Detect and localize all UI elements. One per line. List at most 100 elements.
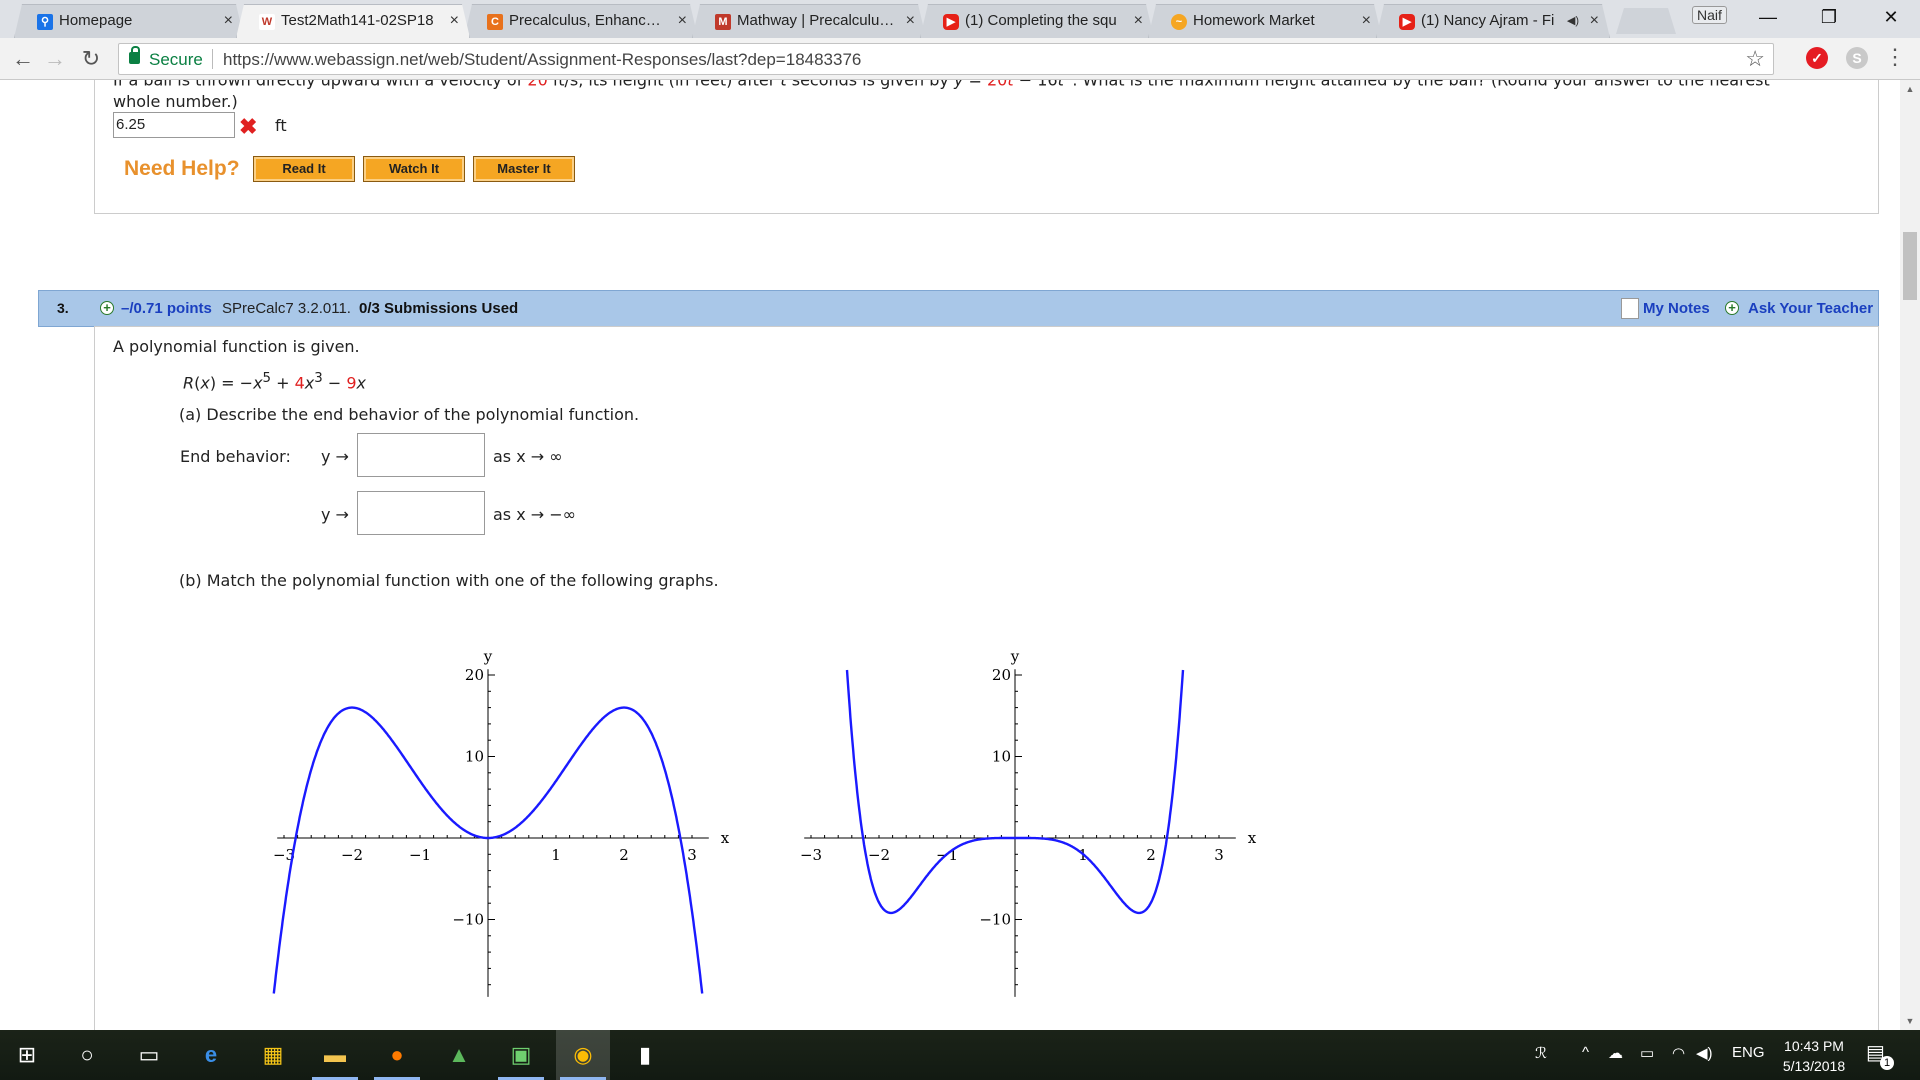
people-icon[interactable]: ℛ <box>1535 1044 1547 1062</box>
close-icon[interactable]: × <box>1134 5 1143 37</box>
submissions-used: 0/3 Submissions Used <box>359 300 519 317</box>
clock-time: 10:43 PM <box>1784 1038 1844 1054</box>
file-explorer-icon[interactable]: ▬ <box>308 1030 362 1080</box>
tab-label: Mathway | Precalculus P <box>737 12 895 29</box>
q2-prompt: If a ball is thrown directly upward with… <box>113 80 1770 89</box>
close-icon[interactable]: × <box>450 5 459 37</box>
youtube-icon: ▶ <box>943 14 959 30</box>
audio-playing-icon[interactable]: ◀) <box>1567 5 1579 37</box>
page-scrollbar[interactable]: ▲ ▼ <box>1900 80 1920 1030</box>
tab-strip: ⚲ Homepage × W Test2Math141-02SP18 × C P… <box>0 0 1920 38</box>
scroll-down-icon[interactable]: ▼ <box>1900 1016 1920 1026</box>
incorrect-icon: ✖ <box>239 114 258 139</box>
divider <box>212 49 213 69</box>
q2-unit: ft <box>275 116 287 135</box>
tab-webassign[interactable]: W Test2Math141-02SP18 × <box>236 4 470 38</box>
close-icon[interactable]: × <box>224 5 233 37</box>
tab-homework-market[interactable]: ~ Homework Market × <box>1148 4 1382 38</box>
search-icon: ⚲ <box>37 14 53 30</box>
tab-precalculus[interactable]: C Precalculus, Enhanced W × <box>464 4 698 38</box>
extension-s-icon[interactable]: S <box>1846 47 1868 69</box>
tab-label: Precalculus, Enhanced W <box>509 12 667 29</box>
my-notes-link[interactable]: My Notes <box>1643 300 1710 317</box>
points-link[interactable]: –/0.71 points <box>121 300 212 317</box>
bookmark-star-icon[interactable]: ☆ <box>1745 46 1765 72</box>
search-icon[interactable]: ○ <box>60 1030 114 1080</box>
mathway-icon: M <box>715 14 731 30</box>
new-tab-button[interactable] <box>1616 8 1676 34</box>
firefox-icon[interactable]: ● <box>370 1030 424 1080</box>
q3-intro: A polynomial function is given. <box>113 337 360 356</box>
store-icon[interactable]: ▦ <box>246 1030 300 1080</box>
profile-button[interactable]: Naif <box>1692 6 1727 24</box>
tab-youtube-completing[interactable]: ▶ (1) Completing the squ × <box>920 4 1154 38</box>
secure-label: Secure <box>149 50 203 69</box>
y-arrow-label-1: y → <box>321 447 349 466</box>
watch-it-button[interactable]: Watch It <box>363 156 465 182</box>
edge-icon[interactable]: e <box>184 1030 238 1080</box>
forward-button[interactable]: → <box>40 44 70 74</box>
question-2-box: If a ball is thrown directly upward with… <box>94 80 1879 214</box>
tab-label: Test2Math141-02SP18 <box>281 12 434 29</box>
clock[interactable]: 10:43 PM 5/13/2018 <box>1776 1036 1852 1076</box>
ask-your-teacher-link[interactable]: Ask Your Teacher <box>1748 300 1873 317</box>
tab-mathway[interactable]: M Mathway | Precalculus P × <box>692 4 926 38</box>
youtube-icon: ▶ <box>1399 14 1415 30</box>
close-icon[interactable]: × <box>906 5 915 37</box>
clock-date: 5/13/2018 <box>1782 1058 1846 1074</box>
tab-label: (1) Nancy Ajram - Fi <box>1421 12 1555 29</box>
end-behavior-pos-inf-field[interactable] <box>357 433 485 477</box>
back-button[interactable]: ← <box>8 44 38 74</box>
language-indicator[interactable]: ENG <box>1732 1044 1765 1061</box>
end-behavior-neg-inf-field[interactable] <box>357 491 485 535</box>
restore-button[interactable]: ❐ <box>1800 0 1858 34</box>
reload-button[interactable]: ↻ <box>76 44 106 74</box>
wifi-icon[interactable]: ◠ <box>1672 1044 1685 1062</box>
notes-icon[interactable] <box>1621 298 1639 319</box>
question-number: 3. <box>57 300 69 316</box>
q2-answer-field[interactable]: 6.25 <box>113 112 235 138</box>
question-3-header: 3. + –/0.71 points SPreCalc7 3.2.011. 0/… <box>38 290 1879 327</box>
windows-taskbar: ⊞ ○ ▭ e ▦ ▬ ● ▲ ▣ ◉ ▮ ℛ ^ ☁ ▭ ◠ ◀) ENG 1… <box>0 1030 1920 1080</box>
homeworkmarket-icon: ~ <box>1171 14 1187 30</box>
camera-app-icon[interactable]: ▲ <box>432 1030 486 1080</box>
file-icon[interactable]: ▮ <box>618 1030 672 1080</box>
close-icon[interactable]: × <box>1590 5 1599 37</box>
ask-teacher-plus-icon[interactable]: + <box>1725 301 1739 315</box>
cengage-icon: C <box>487 14 503 30</box>
close-icon[interactable]: × <box>678 5 687 37</box>
minimize-button[interactable]: — <box>1739 0 1797 34</box>
notes-app-icon[interactable]: ▣ <box>494 1030 548 1080</box>
address-bar[interactable]: Secure https://www.webassign.net/web/Stu… <box>118 43 1774 75</box>
expand-plus-icon[interactable]: + <box>100 301 114 315</box>
url-text[interactable]: https://www.webassign.net/web/Student/As… <box>223 50 861 70</box>
close-window-button[interactable]: ✕ <box>1862 0 1920 34</box>
scroll-up-icon[interactable]: ▲ <box>1900 84 1920 94</box>
extension-red-icon[interactable]: ✓ <box>1806 47 1828 69</box>
master-it-button[interactable]: Master It <box>473 156 575 182</box>
notification-badge: 1 <box>1880 1056 1894 1070</box>
tab-label: Homepage <box>59 12 133 29</box>
tab-youtube-nancy[interactable]: ▶ (1) Nancy Ajram - Fi ◀) × <box>1376 4 1610 38</box>
webassign-icon: W <box>259 14 275 30</box>
page-content: If a ball is thrown directly upward with… <box>0 80 1900 1030</box>
close-icon[interactable]: × <box>1362 5 1371 37</box>
start-icon[interactable]: ⊞ <box>0 1030 54 1080</box>
tab-label: Homework Market <box>1193 12 1315 29</box>
volume-icon[interactable]: ◀) <box>1696 1044 1713 1062</box>
read-it-button[interactable]: Read It <box>253 156 355 182</box>
part-b-prompt: (b) Match the polynomial function with o… <box>179 571 719 590</box>
tab-label: (1) Completing the squ <box>965 12 1117 29</box>
question-3-box: A polynomial function is given. R(x) = −… <box>94 326 1879 1030</box>
show-hidden-icon[interactable]: ^ <box>1582 1044 1589 1061</box>
onedrive-icon[interactable]: ☁ <box>1608 1044 1623 1062</box>
browser-menu-icon[interactable]: ⋮ <box>1884 44 1906 70</box>
chrome-icon[interactable]: ◉ <box>556 1030 610 1080</box>
q2-prompt-line2: whole number.) <box>113 92 238 111</box>
task-view-icon[interactable]: ▭ <box>122 1030 176 1080</box>
tab-homepage[interactable]: ⚲ Homepage × <box>14 4 244 38</box>
scroll-thumb[interactable] <box>1903 232 1917 300</box>
as-x-neginf-label: as x → −∞ <box>493 505 577 524</box>
battery-icon[interactable]: ▭ <box>1640 1044 1654 1062</box>
part-a-prompt: (a) Describe the end behavior of the pol… <box>179 405 640 424</box>
